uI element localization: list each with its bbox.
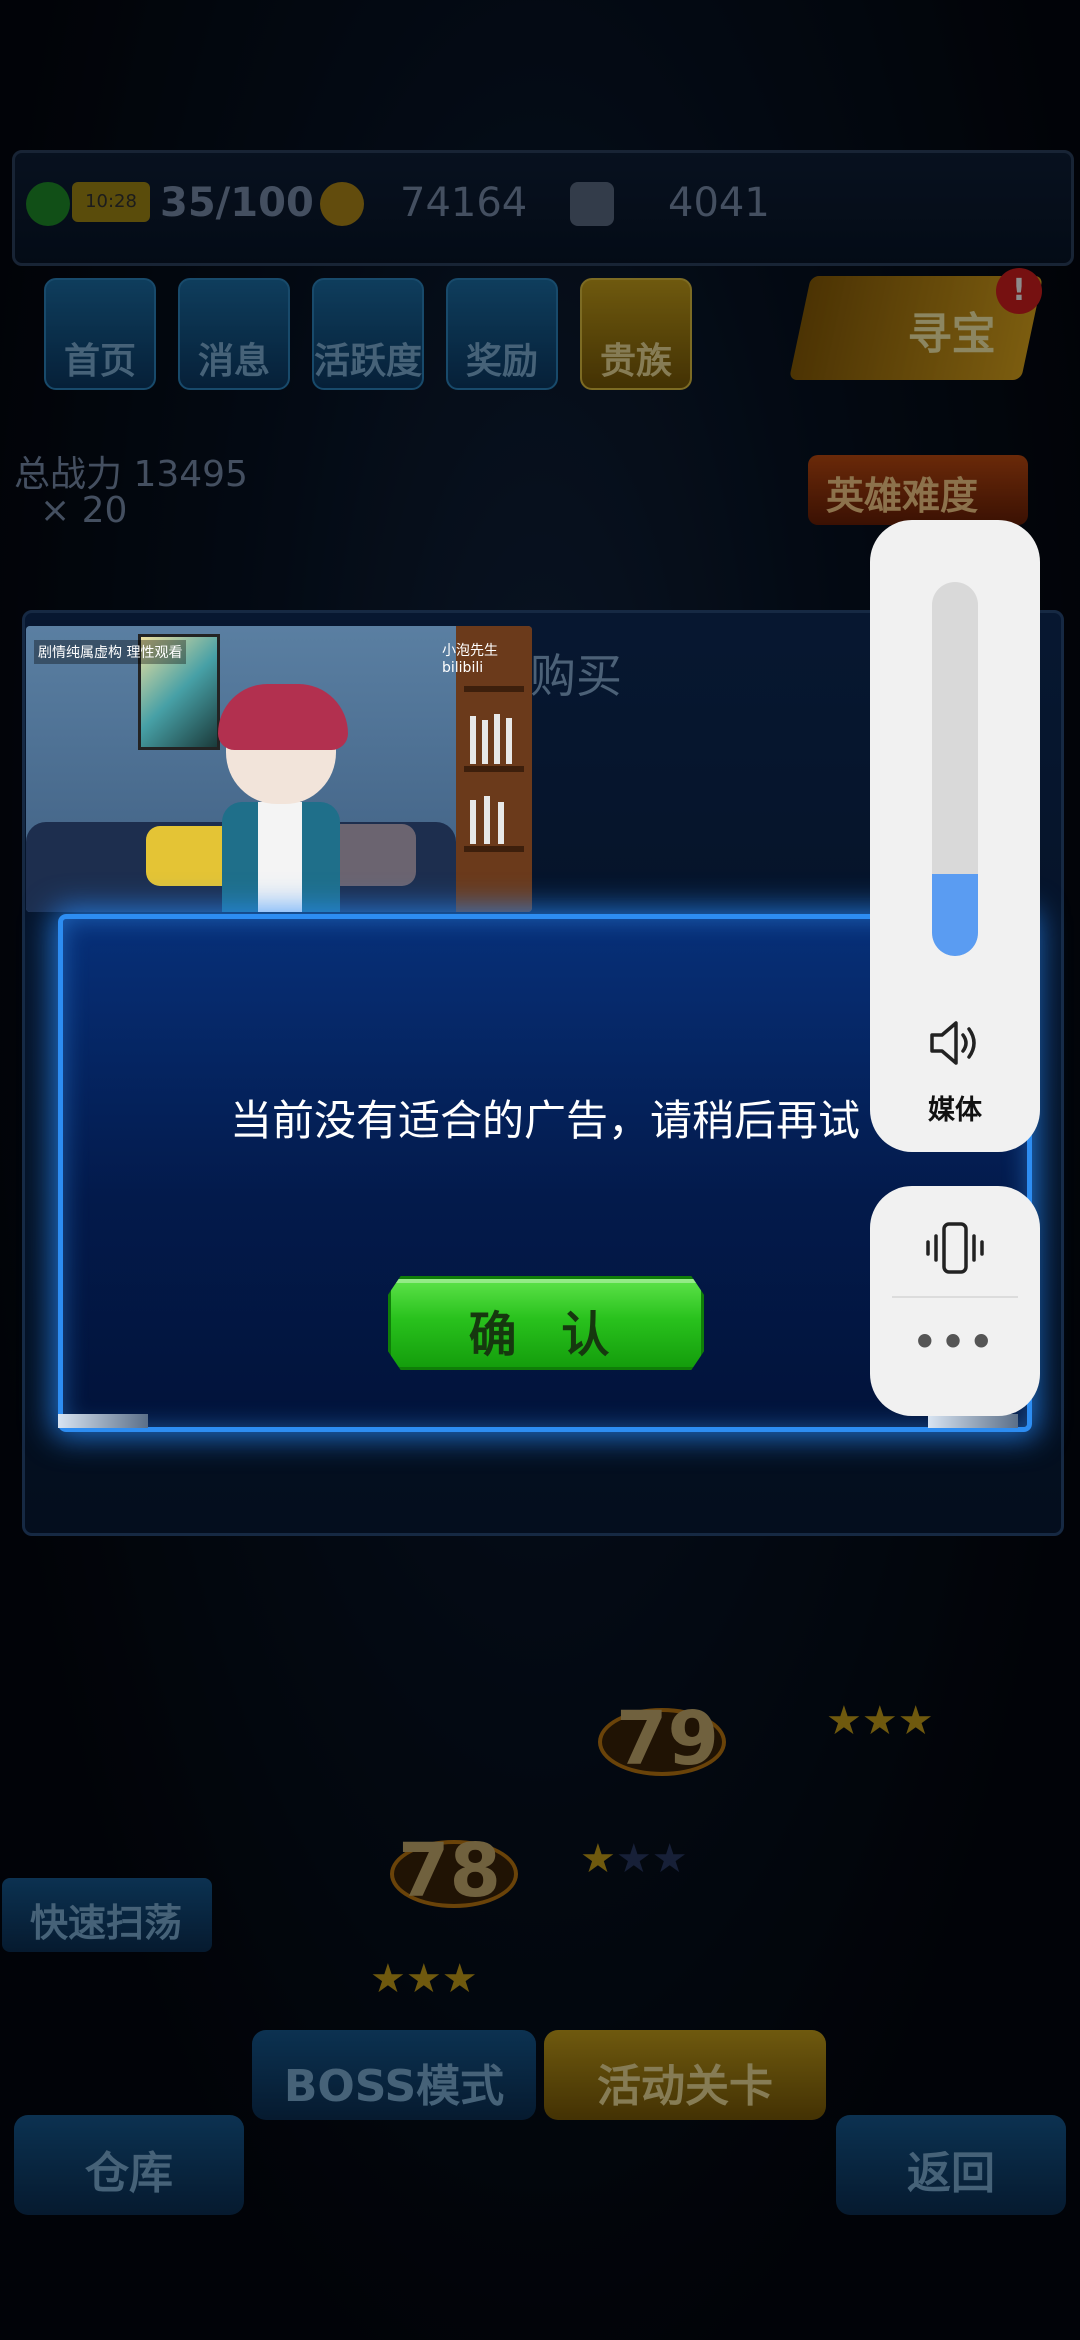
diamond-value: 4041	[668, 180, 770, 226]
video-character-hair	[218, 684, 348, 750]
video-caption: 剧情纯属虚构 理性观看	[34, 640, 187, 664]
star-icon: ★★★	[580, 1836, 688, 1882]
stage-78-label: 78	[398, 1828, 501, 1914]
back-button[interactable]: 返回	[836, 2115, 1066, 2215]
nav-messages-button[interactable]: 消息	[178, 278, 290, 390]
stamina-value: 35/100	[160, 180, 314, 226]
dialog-corner-decoration	[58, 1414, 148, 1428]
nav-activity-label: 活跃度	[314, 341, 423, 382]
stamina-timer: 10:28	[72, 182, 150, 222]
nav-noble-button[interactable]: 贵族	[580, 278, 692, 390]
warehouse-label: 仓库	[85, 2148, 173, 2199]
treasure-label: 寻宝	[907, 309, 996, 360]
ringer-mode-panel: •••	[870, 1186, 1040, 1416]
nav-noble-label: 贵族	[599, 341, 672, 382]
confirm-button[interactable]: 确 认	[388, 1276, 704, 1370]
confirm-button-label: 确 认	[468, 1307, 624, 1363]
boss-mode-button[interactable]: BOSS模式	[252, 2030, 536, 2120]
treasure-badge: !	[996, 268, 1042, 314]
boss-mode-label: BOSS模式	[283, 2061, 505, 2112]
video-brand: 小泡先生 bilibili	[442, 643, 498, 676]
nav-activity-button[interactable]: 活跃度	[312, 278, 424, 390]
hero-mode-label: 英雄难度	[826, 474, 979, 518]
hero-mode-button[interactable]: 英雄难度	[808, 455, 1028, 525]
stage-79-label: 79	[616, 1696, 719, 1782]
event-stage-button[interactable]: 活动关卡	[544, 2030, 826, 2120]
shop-header: 购买	[530, 649, 622, 703]
dialog-corner-decoration	[928, 1414, 1018, 1428]
video-character-shirt	[258, 802, 302, 912]
star-icon: ★★★	[370, 1956, 478, 2002]
nav-rewards-label: 奖励	[465, 341, 538, 382]
nav-home-button[interactable]: 首页	[44, 278, 156, 390]
stamina-icon	[26, 182, 70, 226]
event-stage-label: 活动关卡	[597, 2061, 773, 2112]
diamond-icon	[570, 182, 614, 226]
back-label: 返回	[907, 2148, 995, 2199]
quick-sweep-label: 快速扫荡	[30, 1901, 183, 1945]
power-sub: × 20	[40, 490, 128, 531]
warehouse-button[interactable]: 仓库	[14, 2115, 244, 2215]
nav-home-label: 首页	[63, 341, 136, 382]
star-icon: ★★★	[826, 1698, 934, 1744]
quick-sweep-button[interactable]: 快速扫荡	[2, 1878, 212, 1952]
more-icon[interactable]: •••	[870, 1320, 1040, 1364]
panel-divider	[892, 1296, 1018, 1298]
video-overlay[interactable]: 剧情纯属虚构 理性观看 小泡先生 bilibili	[26, 626, 532, 912]
speaker-icon[interactable]	[928, 1018, 982, 1068]
volume-slider[interactable]	[932, 582, 978, 956]
nav-rewards-button[interactable]: 奖励	[446, 278, 558, 390]
volume-slider-fill	[932, 873, 978, 956]
volume-stream-label: 媒体	[928, 1095, 982, 1126]
vibrate-icon[interactable]	[924, 1220, 986, 1276]
gold-value: 74164	[400, 180, 528, 226]
volume-panel: 媒体	[870, 520, 1040, 1152]
gold-icon	[320, 182, 364, 226]
nav-messages-label: 消息	[197, 341, 270, 382]
